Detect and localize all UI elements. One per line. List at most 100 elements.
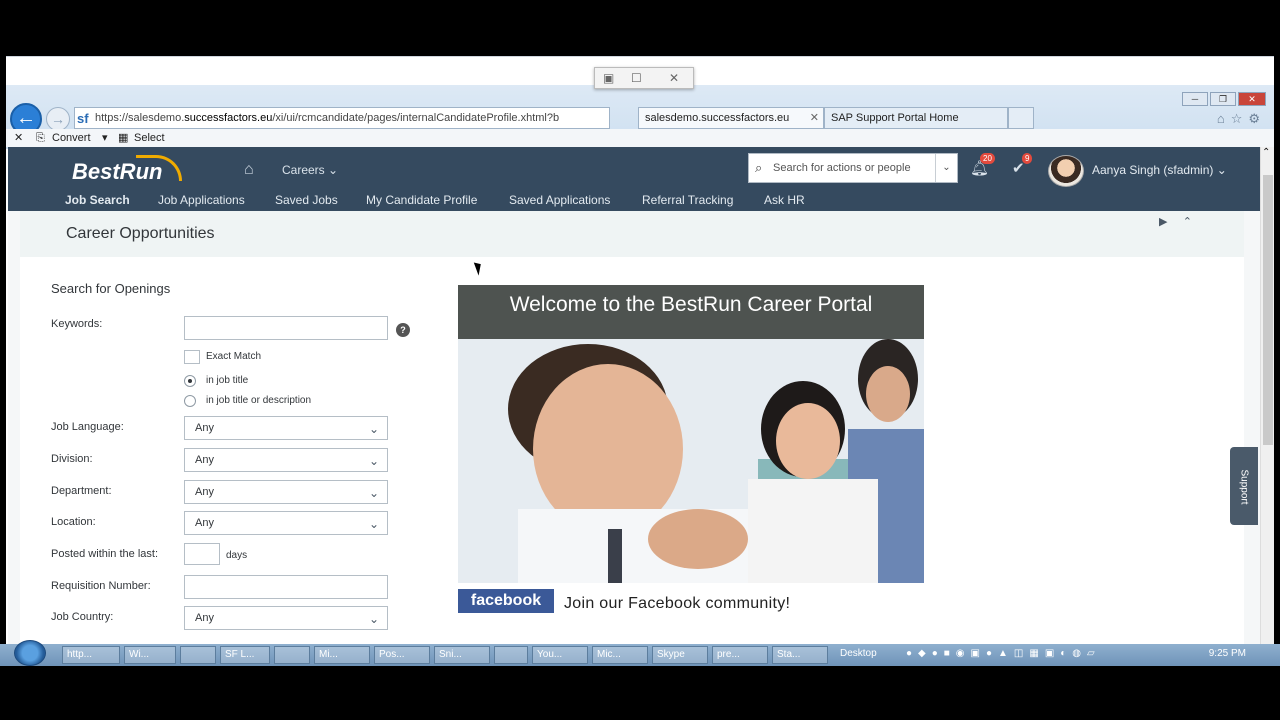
- location-label: Location:: [51, 516, 96, 528]
- close-tab-icon[interactable]: ✕: [810, 108, 819, 128]
- nav-job-search[interactable]: Job Search: [65, 193, 130, 207]
- taskbar-item[interactable]: Sta...: [772, 646, 828, 664]
- taskbar-item[interactable]: [494, 646, 528, 664]
- gear-icon[interactable]: ⚙: [1248, 111, 1266, 126]
- todo-button[interactable]: ✔ 9: [1012, 153, 1033, 179]
- tab-successfactors[interactable]: salesdemo.successfactors.eu ✕: [638, 107, 824, 129]
- requisition-number-input[interactable]: [184, 575, 388, 599]
- help-icon[interactable]: ?: [396, 323, 410, 337]
- nav-saved-jobs[interactable]: Saved Jobs: [275, 193, 338, 207]
- popup-maximize-icon[interactable]: ☐: [631, 71, 642, 85]
- browser-window: ─ ❐ ✕ ← → sf https://salesdemo.successfact…: [6, 56, 1274, 664]
- site-favicon: sf: [77, 111, 89, 126]
- chevron-down-icon[interactable]: ▾: [102, 129, 108, 147]
- close-window-button[interactable]: ✕: [1238, 92, 1266, 106]
- taskbar-clock[interactable]: 9:25 PM: [1209, 648, 1246, 659]
- scroll-thumb[interactable]: [1263, 175, 1273, 445]
- chevron-down-icon: ⌄: [368, 422, 379, 436]
- taskbar-item[interactable]: pre...: [712, 646, 768, 664]
- chevron-down-icon: ⌄: [368, 454, 379, 468]
- forward-button[interactable]: →: [46, 107, 70, 131]
- home-icon[interactable]: ⌂: [244, 161, 262, 178]
- exact-match-checkbox[interactable]: [184, 350, 200, 364]
- favorites-icon[interactable]: ☆: [1231, 111, 1249, 126]
- job-language-select[interactable]: Any ⌄: [184, 416, 388, 440]
- tasks-badge: 9: [1022, 153, 1033, 164]
- careers-menu-label: Careers: [282, 163, 325, 177]
- nav-ask-hr[interactable]: Ask HR: [764, 193, 805, 207]
- user-name: Aanya Singh (sfadmin): [1092, 163, 1214, 177]
- tab-sap-support[interactable]: SAP Support Portal Home: [824, 107, 1008, 129]
- division-select[interactable]: Any ⌄: [184, 448, 388, 472]
- tab-label: salesdemo.successfactors.eu: [645, 112, 790, 124]
- chevron-down-icon: ⌄: [1216, 163, 1227, 177]
- support-tab[interactable]: Support: [1230, 447, 1258, 525]
- taskbar-item[interactable]: Sni...: [434, 646, 490, 664]
- radio-job-title[interactable]: [184, 375, 196, 387]
- successfactors-app: BestRun ⌂ Careers ⌄ ⌕ Search for actions…: [8, 147, 1260, 664]
- convert-button[interactable]: Convert: [52, 129, 91, 147]
- select-button[interactable]: Select: [134, 129, 165, 147]
- facebook-logo[interactable]: facebook: [458, 589, 554, 613]
- careers-menu[interactable]: Careers ⌄: [282, 163, 338, 177]
- screen: ─ ❐ ✕ ← → sf https://salesdemo.successfact…: [0, 0, 1280, 720]
- posted-days-input[interactable]: [184, 543, 220, 565]
- nav-my-candidate-profile[interactable]: My Candidate Profile: [366, 193, 477, 207]
- job-country-label: Job Country:: [51, 611, 114, 623]
- keywords-input[interactable]: [184, 316, 388, 340]
- window-controls: ─ ❐ ✕: [1180, 89, 1266, 107]
- location-select[interactable]: Any ⌄: [184, 511, 388, 535]
- play-icon[interactable]: ▶: [1159, 216, 1167, 228]
- taskbar-item[interactable]: You...: [532, 646, 588, 664]
- scroll-up-icon[interactable]: ⌃: [1262, 147, 1270, 158]
- job-country-select[interactable]: Any ⌄: [184, 606, 388, 630]
- page-scrollbar[interactable]: ⌃ ⌄: [1260, 147, 1274, 663]
- notifications-badge: 20: [980, 153, 995, 164]
- banner-photo: [458, 339, 924, 583]
- tab-label: SAP Support Portal Home: [831, 112, 959, 124]
- convert-icon: ⎘: [36, 132, 45, 144]
- chevron-down-icon: ⌄: [368, 517, 379, 531]
- taskbar-item[interactable]: [274, 646, 310, 664]
- taskbar-item[interactable]: Mic...: [592, 646, 648, 664]
- minimized-popup: ▣ ☐ ✕: [594, 67, 694, 89]
- user-menu[interactable]: Aanya Singh (sfadmin) ⌄: [1092, 163, 1227, 177]
- search-dropdown-button[interactable]: ⌄: [935, 154, 957, 182]
- page-content: Career Opportunities ▶ ⌃ Search for Open…: [20, 211, 1244, 664]
- taskbar-item[interactable]: Skype: [652, 646, 708, 664]
- collapse-icon[interactable]: ⌃: [1183, 216, 1192, 228]
- maximize-button[interactable]: ❐: [1210, 92, 1236, 106]
- facebook-join-text[interactable]: Join our Facebook community!: [564, 595, 790, 613]
- home-icon[interactable]: ⌂: [1217, 111, 1231, 126]
- taskbar-item[interactable]: SF L...: [220, 646, 270, 664]
- taskbar-item[interactable]: Wi...: [124, 646, 176, 664]
- address-bar[interactable]: sf https://salesdemo.successfactors.eu/x…: [74, 107, 610, 129]
- taskbar-item[interactable]: Mi...: [314, 646, 370, 664]
- avatar[interactable]: [1048, 155, 1084, 187]
- new-tab-button[interactable]: [1008, 107, 1034, 129]
- notifications-button[interactable]: 🔔︎ 20: [970, 153, 995, 179]
- page-header: Career Opportunities ▶ ⌃: [20, 211, 1244, 257]
- location-value: Any: [195, 517, 214, 529]
- popup-app-icon: ▣: [603, 71, 615, 85]
- support-tab-label: Support: [1238, 469, 1250, 505]
- browser-toolbar-icons: ⌂☆⚙: [1217, 111, 1266, 127]
- main-nav: Job Search Job Applications Saved Jobs M…: [8, 191, 1260, 211]
- page-header-icons: ▶ ⌃: [1159, 215, 1192, 228]
- nav-job-applications[interactable]: Job Applications: [158, 193, 245, 207]
- popup-close-icon[interactable]: ✕: [669, 71, 679, 85]
- taskbar-item[interactable]: http...: [62, 646, 120, 664]
- taskbar-item[interactable]: Pos...: [374, 646, 430, 664]
- taskbar-item[interactable]: [180, 646, 216, 664]
- start-button[interactable]: [14, 640, 46, 666]
- radio-job-title-description[interactable]: [184, 395, 196, 407]
- nav-saved-applications[interactable]: Saved Applications: [509, 193, 610, 207]
- desktop-toolbar-label[interactable]: Desktop: [840, 648, 877, 659]
- minimize-button[interactable]: ─: [1182, 92, 1208, 106]
- search-input[interactable]: ⌕ Search for actions or people ⌄: [748, 153, 958, 183]
- close-cmdbar-icon[interactable]: ✕: [14, 129, 23, 147]
- division-label: Division:: [51, 453, 93, 465]
- department-select[interactable]: Any ⌄: [184, 480, 388, 504]
- url-prefix: https://salesdemo.: [95, 112, 185, 124]
- nav-referral-tracking[interactable]: Referral Tracking: [642, 193, 733, 207]
